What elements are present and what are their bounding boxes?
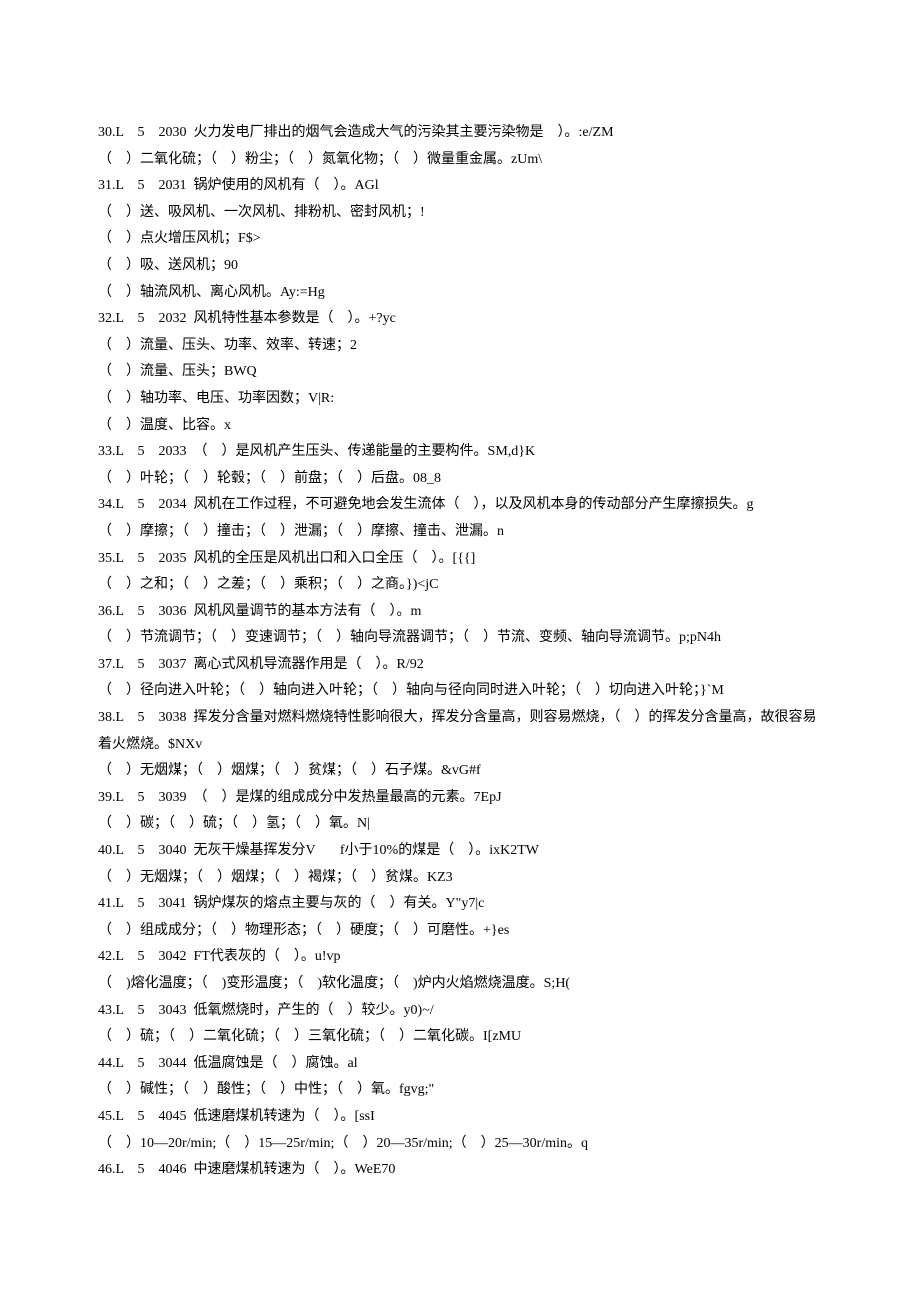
- text-line: （ ）节流调节；（ ）变速调节；（ ）轴向导流器调节；（ ）节流、变频、轴向导流…: [98, 625, 822, 652]
- document-page: 30.L 5 2030 火力发电厂排出的烟气会造成大气的污染其主要污染物是 ）。…: [0, 0, 920, 1302]
- text-line: 35.L 5 2035 风机的全压是风机出口和入口全压（ ）。[{{]: [98, 546, 822, 573]
- text-line: （ ）流量、压头、功率、效率、转速；2: [98, 333, 822, 360]
- text-line: 43.L 5 3043 低氧燃烧时，产生的（ ）较少。y0)~/: [98, 998, 822, 1025]
- text-line: 38.L 5 3038 挥发分含量对燃料燃烧特性影响很大，挥发分含量高，则容易燃…: [98, 705, 822, 758]
- text-line: （ ）碱性；（ ）酸性；（ ）中性；（ ）氧。fgvg;": [98, 1077, 822, 1104]
- text-line: （ ）组成成分；（ ）物理形态；（ ）硬度；（ ）可磨性。+}es: [98, 918, 822, 945]
- text-line: 41.L 5 3041 锅炉煤灰的熔点主要与灰的（ ）有关。Y"y7|c: [98, 891, 822, 918]
- text-line: （ ）10—20r/min;（ ）15—25r/min;（ ）20—35r/mi…: [98, 1131, 822, 1158]
- text-line: （ ）送、吸风机、一次风机、排粉机、密封风机；!: [98, 200, 822, 227]
- text-line: 30.L 5 2030 火力发电厂排出的烟气会造成大气的污染其主要污染物是 ）。…: [98, 120, 822, 147]
- text-line: 37.L 5 3037 离心式风机导流器作用是（ ）。R/92: [98, 652, 822, 679]
- text-line: （ ）轴功率、电压、功率因数；V|R:: [98, 386, 822, 413]
- text-line: （ ）径向进入叶轮；（ ）轴向进入叶轮；（ ）轴向与径向同时进入叶轮；（ ）切向…: [98, 678, 822, 705]
- text-line: （ ）温度、比容。x: [98, 413, 822, 440]
- text-line: （ ）硫；（ ）二氧化硫；（ ）三氧化硫；（ ）二氧化碳。I[zMU: [98, 1024, 822, 1051]
- text-line: （ )熔化温度；（ )变形温度；（ )软化温度；（ )炉内火焰燃烧温度。S;H(: [98, 971, 822, 998]
- text-line: 40.L 5 3040 无灰干燥基挥发分V f小于10%的煤是（ ）。ixK2T…: [98, 838, 822, 865]
- text-line: 42.L 5 3042 FT代表灰的（ ）。u!vp: [98, 944, 822, 971]
- text-line: （ ）吸、送风机；90: [98, 253, 822, 280]
- text-line: 39.L 5 3039 （ ）是煤的组成成分中发热量最高的元素。7EpJ: [98, 785, 822, 812]
- text-line: （ ）点火增压风机；F$>: [98, 226, 822, 253]
- text-line: （ ）之和；（ ）之差；（ ）乘积；（ ）之商。})<jC: [98, 572, 822, 599]
- text-line: 33.L 5 2033 （ ）是风机产生压头、传递能量的主要构件。SM,d}K: [98, 439, 822, 466]
- text-line: （ ）轴流风机、离心风机。Ay:=Hg: [98, 280, 822, 307]
- text-line: （ ）流量、压头；BWQ: [98, 359, 822, 386]
- text-line: （ ）无烟煤；（ ）烟煤；（ ）褐煤；（ ）贫煤。KZ3: [98, 865, 822, 892]
- text-line: （ ）叶轮；（ ）轮毂；（ ）前盘；（ ）后盘。08_8: [98, 466, 822, 493]
- text-line: （ ）碳；（ ）硫；（ ）氢；（ ）氧。N|: [98, 811, 822, 838]
- text-line: 31.L 5 2031 锅炉使用的风机有（ ）。AGl: [98, 173, 822, 200]
- text-line: 45.L 5 4045 低速磨煤机转速为（ ）。[ssI: [98, 1104, 822, 1131]
- text-line: （ ）二氧化硫；（ ）粉尘；（ ）氮氧化物；（ ）微量重金属。zUm\: [98, 147, 822, 174]
- text-line: （ ）无烟煤；（ ）烟煤；（ ）贫煤；（ ）石子煤。&vG#f: [98, 758, 822, 785]
- text-line: 44.L 5 3044 低温腐蚀是（ ）腐蚀。al: [98, 1051, 822, 1078]
- text-line: 36.L 5 3036 风机风量调节的基本方法有（ ）。m: [98, 599, 822, 626]
- text-line: 34.L 5 2034 风机在工作过程，不可避免地会发生流体（ ），以及风机本身…: [98, 492, 822, 519]
- text-line: 46.L 5 4046 中速磨煤机转速为（ ）。WeE70: [98, 1157, 822, 1184]
- text-line: 32.L 5 2032 风机特性基本参数是（ ）。+?yc: [98, 306, 822, 333]
- text-line: （ ）摩擦；（ ）撞击；（ ）泄漏；（ ）摩擦、撞击、泄漏。n: [98, 519, 822, 546]
